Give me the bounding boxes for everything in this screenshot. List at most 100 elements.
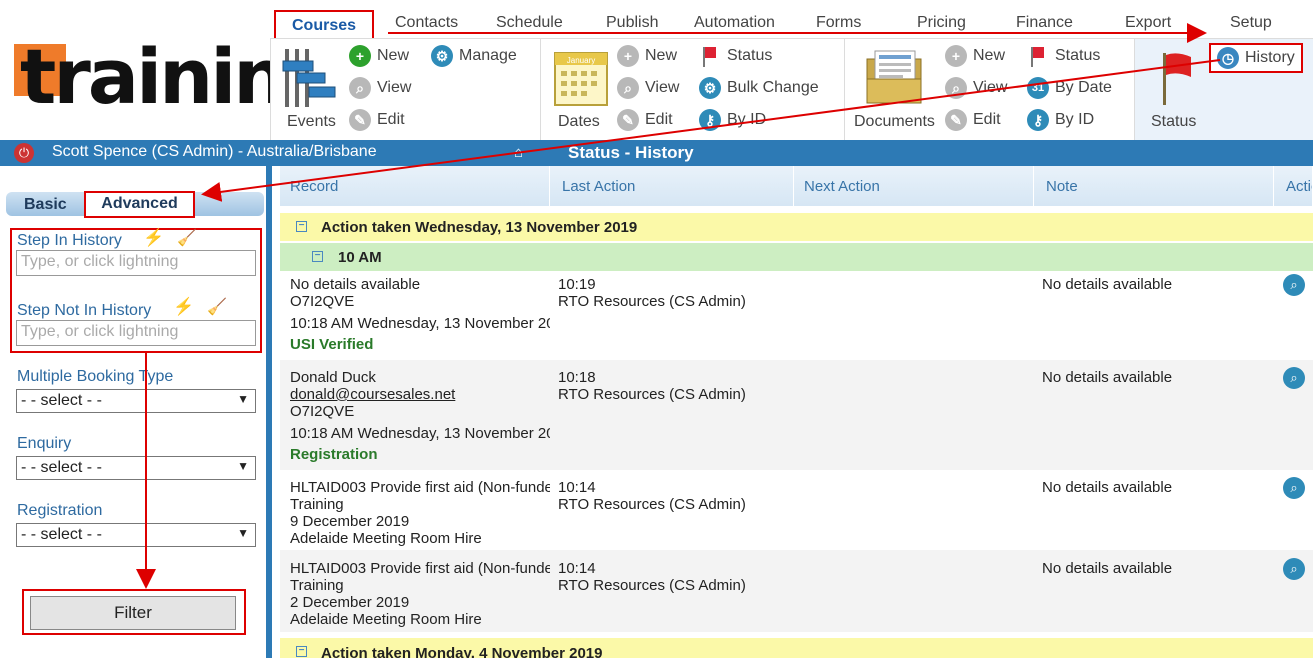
- dates-label[interactable]: Dates: [558, 113, 600, 131]
- broom-icon[interactable]: 🧹: [207, 297, 227, 317]
- history-button[interactable]: ◷ History: [1209, 43, 1303, 73]
- collapse-icon[interactable]: −: [296, 646, 307, 657]
- dates-edit-button[interactable]: ✎ Edit: [617, 109, 673, 131]
- ribbon-group-events: Events + New ⚙ Manage ⌕ View ✎ Edit: [270, 39, 540, 141]
- dates-new-button[interactable]: + New: [617, 45, 677, 67]
- documents-status-button[interactable]: Status: [1027, 45, 1100, 67]
- power-icon[interactable]: ⏻: [14, 143, 34, 163]
- training-logo: training: [14, 32, 339, 121]
- col-next-action[interactable]: Next Action: [794, 166, 1034, 206]
- col-note[interactable]: Note: [1036, 166, 1274, 206]
- step-not-in-history-input[interactable]: Type, or click lightning: [16, 320, 256, 346]
- flag-icon: [699, 45, 721, 67]
- svg-text:January: January: [567, 56, 595, 65]
- lightning-icon[interactable]: ⚡: [143, 228, 164, 248]
- view-details-icon[interactable]: ⌕: [1283, 558, 1305, 580]
- key-icon: ⚷: [699, 109, 721, 131]
- table-header: Record Last Action Next Action Note Acti…: [280, 166, 1313, 206]
- pencil-icon: ✎: [349, 109, 371, 131]
- events-edit-button[interactable]: ✎ Edit: [349, 109, 405, 131]
- plus-icon: +: [617, 45, 639, 67]
- documents-view-button[interactable]: ⌕ View: [945, 77, 1007, 99]
- email-link[interactable]: donald@coursesales.net: [290, 386, 550, 403]
- tab-forms[interactable]: Forms: [816, 14, 861, 32]
- events-new-button[interactable]: + New: [349, 45, 409, 67]
- events-manage-button[interactable]: ⚙ Manage: [431, 45, 517, 67]
- events-view-button[interactable]: ⌕ View: [349, 77, 411, 99]
- tab-basic[interactable]: Basic: [24, 196, 67, 214]
- pencil-icon: ✎: [617, 109, 639, 131]
- view-details-icon[interactable]: ⌕: [1283, 274, 1305, 296]
- tab-contacts[interactable]: Contacts: [395, 14, 458, 32]
- table-row[interactable]: HLTAID003 Provide first aid (Non-funded)…: [280, 550, 1313, 632]
- tab-advanced[interactable]: Advanced: [84, 191, 195, 218]
- ribbon-toolbar: Events + New ⚙ Manage ⌕ View ✎ Edit January …: [270, 38, 1313, 141]
- status-flag-icon[interactable]: [1157, 49, 1197, 107]
- tab-automation[interactable]: Automation: [694, 14, 775, 32]
- ribbon-group-documents: Documents + New Status ⌕ View 31 By Date ✎ E…: [844, 39, 1134, 141]
- documents-by-date-button[interactable]: 31 By Date: [1027, 77, 1112, 99]
- documents-by-id-button[interactable]: ⚷ By ID: [1027, 109, 1094, 131]
- view-details-icon[interactable]: ⌕: [1283, 477, 1305, 499]
- documents-edit-button[interactable]: ✎ Edit: [945, 109, 1001, 131]
- filter-sidebar: Basic Advanced Step In History ⚡ 🧹 Type,…: [0, 166, 272, 658]
- documents-label[interactable]: Documents: [854, 113, 935, 131]
- group-header-13-nov[interactable]: − Action taken Wednesday, 13 November 20…: [280, 213, 1313, 241]
- filter-button[interactable]: Filter: [30, 596, 236, 630]
- table-row[interactable]: No details available O7I2QVE 10:18 AM We…: [280, 272, 1313, 360]
- tab-publish[interactable]: Publish: [606, 14, 658, 32]
- enquiry-select[interactable]: - - select - - ▼: [16, 456, 256, 480]
- view-details-icon[interactable]: ⌕: [1283, 367, 1305, 389]
- user-info: Scott Spence (CS Admin) - Australia/Bris…: [52, 143, 377, 160]
- tab-setup[interactable]: Setup: [1230, 14, 1272, 32]
- magnifier-icon: ⌕: [617, 77, 639, 99]
- folder-icon[interactable]: [865, 49, 925, 107]
- ribbon-group-status: Status ◷ History: [1134, 39, 1313, 141]
- dropdown-arrow-icon: ▼: [237, 459, 249, 473]
- documents-new-button[interactable]: + New: [945, 45, 1005, 67]
- calendar-icon[interactable]: January: [553, 49, 609, 107]
- tab-schedule[interactable]: Schedule: [496, 14, 563, 32]
- registration-label: Registration: [17, 502, 103, 519]
- plus-icon: +: [945, 45, 967, 67]
- col-record[interactable]: Record: [280, 166, 550, 206]
- lightning-icon[interactable]: ⚡: [173, 297, 194, 317]
- dropdown-arrow-icon: ▼: [237, 526, 249, 540]
- dropdown-arrow-icon: ▼: [237, 392, 249, 406]
- collapse-icon[interactable]: −: [312, 251, 323, 262]
- table-row[interactable]: HLTAID003 Provide first aid (Non-funded)…: [280, 470, 1313, 550]
- home-icon[interactable]: ⌂: [514, 144, 523, 161]
- events-label[interactable]: Events: [287, 113, 336, 131]
- events-icon[interactable]: [281, 47, 337, 109]
- dates-view-button[interactable]: ⌕ View: [617, 77, 679, 99]
- dates-by-id-button[interactable]: ⚷ By ID: [699, 109, 766, 131]
- magnifier-icon: ⌕: [349, 77, 371, 99]
- dates-bulk-change-button[interactable]: ⚙ Bulk Change: [699, 77, 819, 99]
- broom-icon[interactable]: 🧹: [177, 228, 197, 248]
- group-header-4-nov[interactable]: − Action taken Monday, 4 November 2019: [280, 638, 1313, 658]
- status-label[interactable]: Status: [1151, 113, 1196, 131]
- status-tag: USI Verified: [290, 336, 374, 353]
- ribbon-group-dates: January Dates + New Status ⌕ View ⚙ Bulk Ch…: [540, 39, 844, 141]
- col-last-action[interactable]: Last Action: [552, 166, 794, 206]
- table-row[interactable]: Donald Duck donald@coursesales.net O7I2Q…: [280, 360, 1313, 470]
- group-subheader-10am[interactable]: − 10 AM: [280, 243, 1313, 271]
- collapse-icon[interactable]: −: [296, 221, 307, 232]
- tab-finance[interactable]: Finance: [1016, 14, 1073, 32]
- step-not-in-history-label: Step Not In History: [17, 302, 152, 319]
- magnifier-icon: ⌕: [945, 77, 967, 99]
- registration-select[interactable]: - - select - - ▼: [16, 523, 256, 547]
- tab-courses[interactable]: Courses: [274, 10, 374, 40]
- tab-export[interactable]: Export: [1125, 14, 1171, 32]
- key-icon: ⚷: [1027, 109, 1049, 131]
- tab-pricing[interactable]: Pricing: [917, 14, 966, 32]
- dates-status-button[interactable]: Status: [699, 45, 772, 67]
- pencil-icon: ✎: [945, 109, 967, 131]
- multiple-booking-type-select[interactable]: - - select - - ▼: [16, 389, 256, 413]
- col-action[interactable]: Action: [1276, 166, 1313, 206]
- multiple-booking-type-label: Multiple Booking Type: [17, 368, 174, 385]
- step-in-history-input[interactable]: Type, or click lightning: [16, 250, 256, 276]
- calendar-31-icon: 31: [1027, 77, 1049, 99]
- status-tag: Registration: [290, 446, 378, 463]
- status-bar: ⏻ Scott Spence (CS Admin) - Australia/Br…: [0, 140, 1313, 166]
